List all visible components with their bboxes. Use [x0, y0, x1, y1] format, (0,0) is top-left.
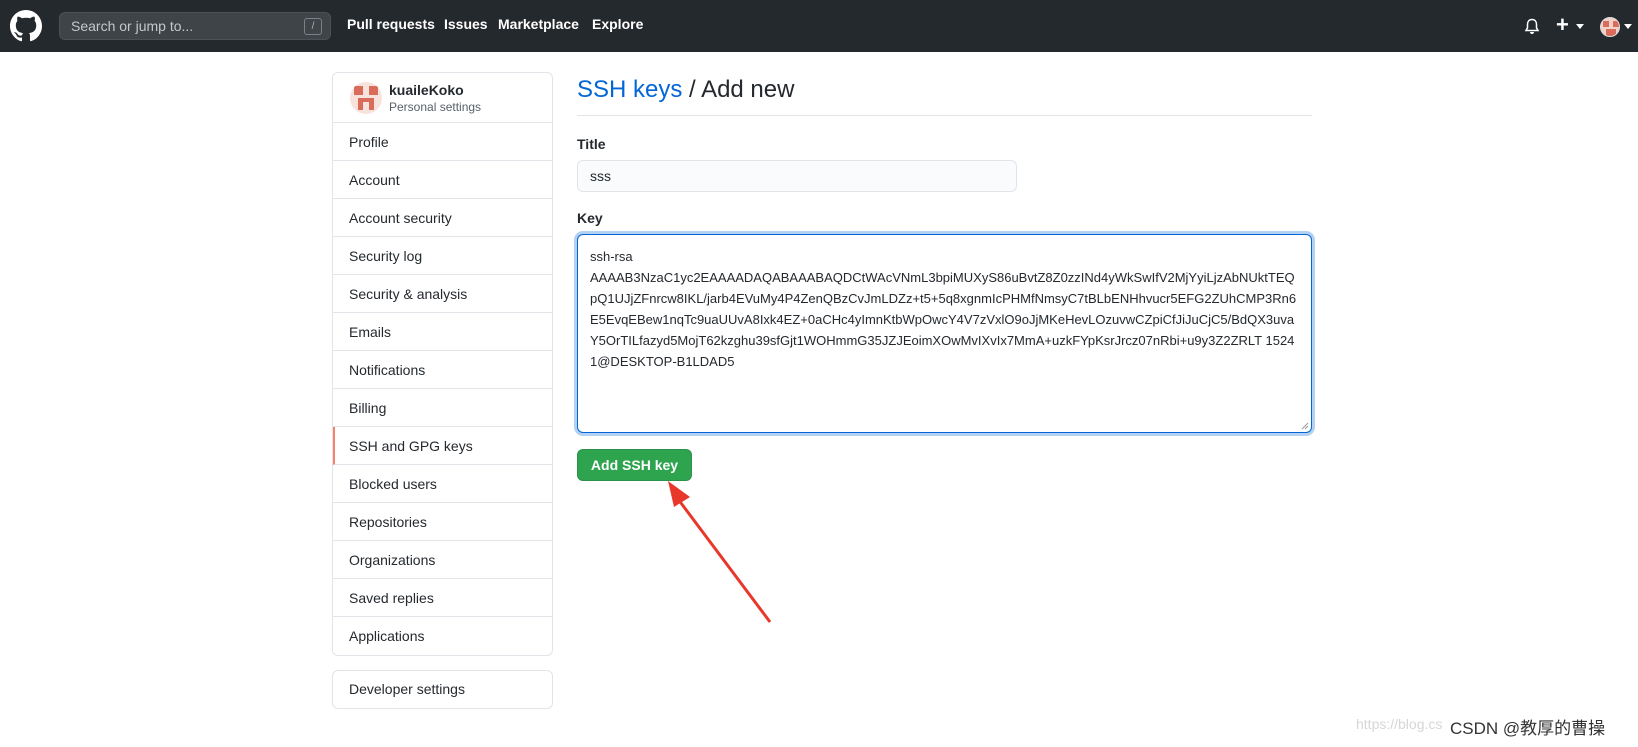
- nav-marketplace[interactable]: Marketplace: [498, 16, 579, 32]
- resize-handle-icon[interactable]: [1299, 420, 1309, 430]
- sidebar-item-emails[interactable]: Emails: [333, 313, 552, 351]
- sidebar-item-saved-replies[interactable]: Saved replies: [333, 579, 552, 617]
- sidebar-item-repositories[interactable]: Repositories: [333, 503, 552, 541]
- sidebar-item-blocked-users[interactable]: Blocked users: [333, 465, 552, 503]
- nav-pull-requests[interactable]: Pull requests: [347, 16, 435, 32]
- sidebar-item-security-analysis[interactable]: Security & analysis: [333, 275, 552, 313]
- watermark-text: CSDN @教厚的曹操: [1450, 719, 1606, 738]
- settings-sidebar: kuaileKoko Personal settings Profile Acc…: [332, 72, 553, 656]
- sidebar-item-applications[interactable]: Applications: [333, 617, 552, 655]
- key-field-label: Key: [577, 210, 603, 226]
- sidebar-item-developer-settings[interactable]: Developer settings: [332, 670, 553, 709]
- sidebar-item-security-log[interactable]: Security log: [333, 237, 552, 275]
- avatar: [350, 82, 382, 114]
- breadcrumb-ssh-keys[interactable]: SSH keys: [577, 76, 682, 103]
- breadcrumb-current: Add new: [701, 76, 795, 103]
- top-header: Search or jump to... / Pull requests Iss…: [0, 0, 1638, 52]
- nav-issues[interactable]: Issues: [444, 16, 488, 32]
- github-logo-icon[interactable]: [10, 10, 42, 42]
- avatar-icon[interactable]: [1600, 17, 1620, 37]
- title-input[interactable]: [577, 160, 1017, 192]
- page-title: SSH keys / Add new: [577, 76, 794, 104]
- search-placeholder: Search or jump to...: [71, 18, 194, 34]
- profile-header[interactable]: kuaileKoko Personal settings: [333, 73, 552, 123]
- avatar-chevron-down-icon[interactable]: [1624, 24, 1632, 29]
- bell-icon[interactable]: [1524, 18, 1540, 36]
- search-shortcut-badge: /: [304, 18, 322, 35]
- sidebar-item-account-security[interactable]: Account security: [333, 199, 552, 237]
- profile-subtitle: Personal settings: [389, 100, 482, 114]
- watermark-url: https://blog.cs: [1356, 716, 1443, 732]
- sidebar-item-billing[interactable]: Billing: [333, 389, 552, 427]
- red-arrow-annotation: [668, 481, 772, 623]
- sidebar-item-notifications[interactable]: Notifications: [333, 351, 552, 389]
- key-textarea[interactable]: ssh-rsa AAAAB3NzaC1yc2EAAAADAQABAAABAQDC…: [577, 234, 1312, 433]
- sidebar-item-profile[interactable]: Profile: [333, 123, 552, 161]
- profile-username[interactable]: kuaileKoko: [389, 82, 464, 98]
- chevron-down-icon[interactable]: [1576, 24, 1584, 29]
- sidebar-item-account[interactable]: Account: [333, 161, 552, 199]
- sidebar-item-ssh-gpg-keys[interactable]: SSH and GPG keys: [333, 427, 552, 465]
- title-field-label: Title: [577, 136, 606, 152]
- plus-icon[interactable]: +: [1556, 14, 1569, 36]
- breadcrumb-separator: /: [682, 76, 702, 103]
- nav-explore[interactable]: Explore: [592, 16, 643, 32]
- title-divider: [577, 115, 1312, 116]
- sidebar-item-organizations[interactable]: Organizations: [333, 541, 552, 579]
- search-input[interactable]: Search or jump to... /: [59, 12, 331, 40]
